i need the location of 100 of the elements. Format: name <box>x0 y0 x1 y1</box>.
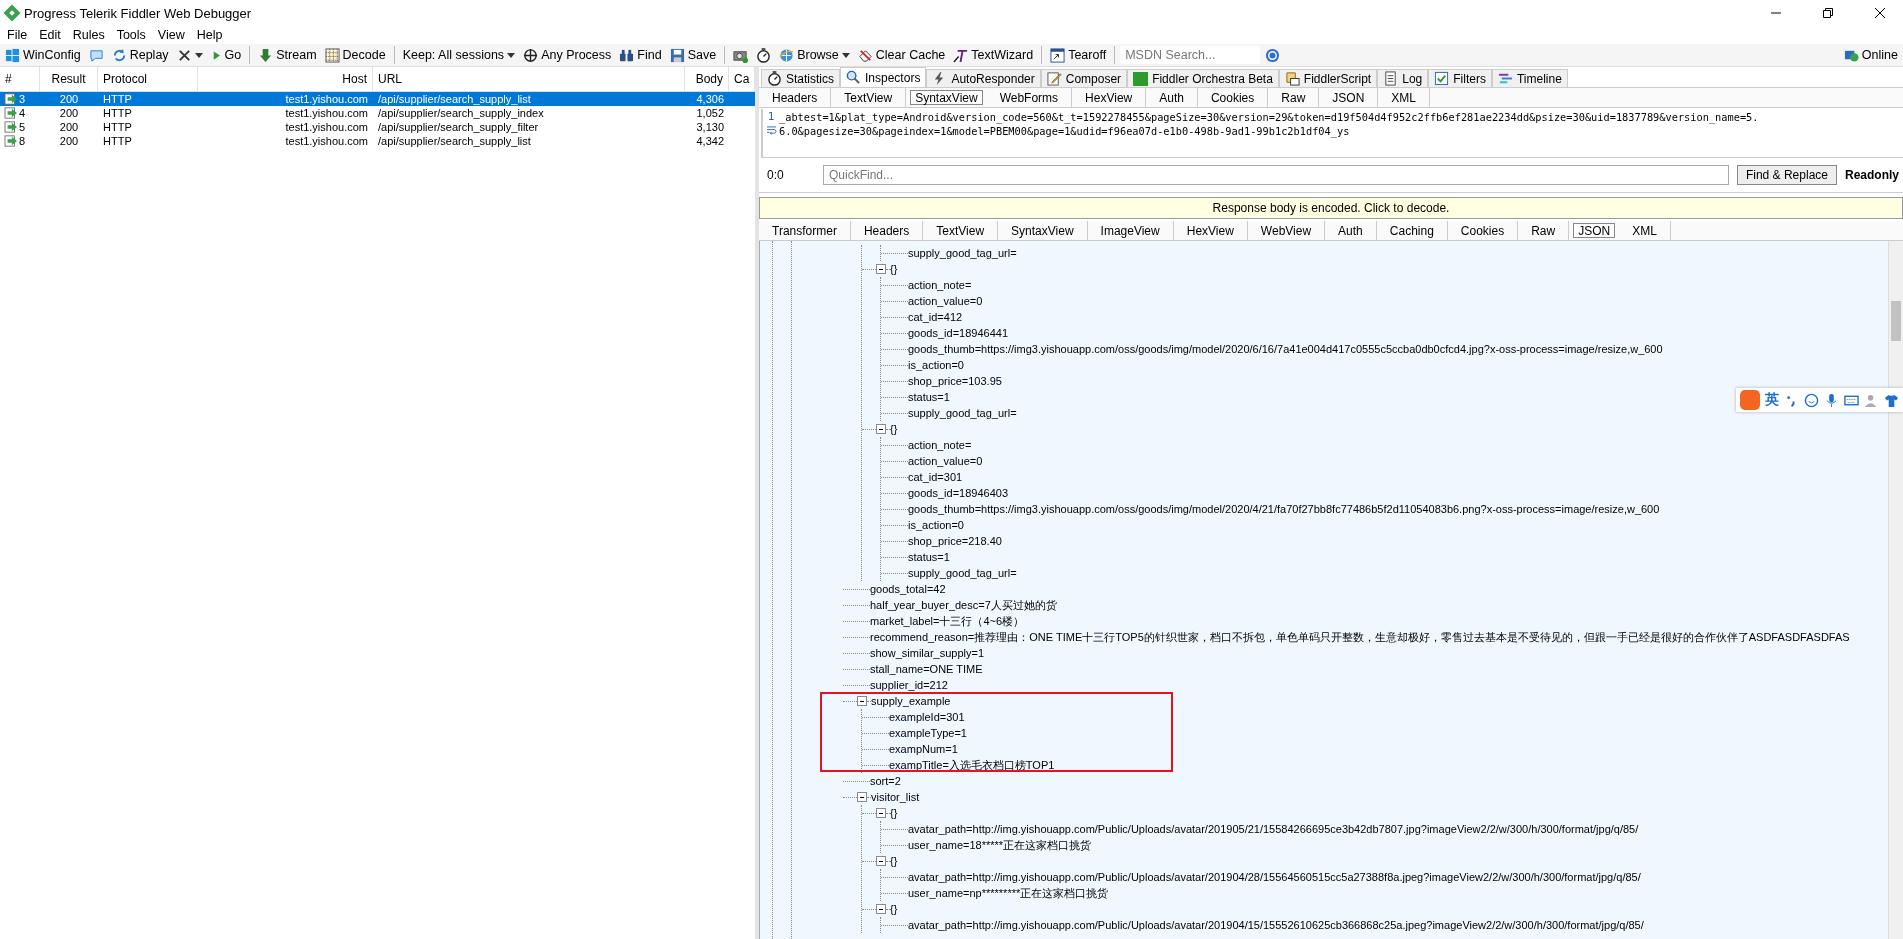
microphone-icon[interactable] <box>1824 392 1839 408</box>
tab[interactable]: TextView <box>923 221 999 240</box>
tree-node-label[interactable]: user_name=np*********正在这家档口挑货 <box>908 885 1109 901</box>
tab[interactable]: HexView <box>1072 88 1147 107</box>
tab[interactable]: Timeline <box>1491 69 1568 87</box>
tree-node-label[interactable]: exampleType=1 <box>889 727 967 739</box>
tree-node-label[interactable]: action_value=0 <box>908 295 983 307</box>
session-row[interactable]: 4 200 HTTP test1.yishou.com /api/supplier/search_supply_index 1,052 <box>0 106 755 120</box>
toolbar-button[interactable]: Save <box>666 45 720 65</box>
collapse-toggle[interactable] <box>857 696 867 706</box>
session-row[interactable]: 3 200 HTTP test1.yishou.com /api/supplier/search_supply_list 4,306 <box>0 92 755 106</box>
tree-node-label[interactable]: recommend_reason=推荐理由：ONE TIME十三行TOP5的针织世家，档口不拆包，单色单码只开整数，生意却极好，零售过去基本是不受待见的，但跟一手已经是很好的合作伙伴了ASDFASDFASDFAS <box>870 629 1850 645</box>
tab[interactable]: Statistics <box>761 69 840 87</box>
scrollbar-thumb[interactable] <box>1891 301 1901 341</box>
tree-node-label[interactable]: {} <box>890 263 898 275</box>
tree-node-label[interactable]: goods_thumb=https://img3.yishouapp.com/oss/goods/img/model/2020/6/16/7a41e004d417c0555c5ccba0db0cfcd4.jpg?x-oss-process=image/resize,w_600 <box>908 343 1663 355</box>
tree-node-label[interactable]: avatar_path=http://img.yishouapp.com/Public/Uploads/avatar/201904/28/15564560515cc5a27388f8a.jpeg?imageView2/2/w/300/h/300/format/jpg/q/85/ <box>908 871 1641 883</box>
menu-item[interactable]: File <box>2 28 33 42</box>
toolbar-button[interactable]: Find <box>616 45 665 65</box>
scrollbar[interactable] <box>1888 241 1903 939</box>
ime-language-toggle[interactable]: 英 <box>1765 391 1779 409</box>
tree-node-label[interactable]: {} <box>890 903 898 915</box>
online-button[interactable]: Online <box>1840 45 1901 65</box>
tree-node-label[interactable]: {} <box>890 423 898 435</box>
tab[interactable]: SyntaxView <box>910 90 983 105</box>
toolbar-button[interactable]: Clear Cache <box>854 45 949 65</box>
tree-node-label[interactable]: avatar_path=http://img.yishouapp.com/Public/Uploads/avatar/201904/15/15552610625cb366868c25a.jpeg?imageView2/2/w/300/h/300/format/jpg/q/85/ <box>908 919 1644 931</box>
tree-node-label[interactable]: supply_good_tag_url= <box>908 247 1017 259</box>
toolbar-button[interactable]: TextWizard <box>950 45 1037 65</box>
column-header[interactable]: URL <box>373 67 685 91</box>
tab[interactable]: ImageView <box>1087 221 1174 240</box>
toolbar-button[interactable]: Go <box>207 45 245 65</box>
tab[interactable]: Fiddler Orchestra Beta <box>1127 69 1279 87</box>
tree-node-label[interactable]: stall_name=ONE TIME <box>870 663 983 675</box>
tab[interactable]: Headers <box>759 88 832 107</box>
toolbar-button[interactable]: Stream <box>255 45 320 65</box>
tree-node-label[interactable]: {} <box>890 807 898 819</box>
tree-node-label[interactable]: status=1 <box>908 391 950 403</box>
tab[interactable]: Transformer <box>759 221 851 240</box>
tab[interactable]: SyntaxView <box>998 221 1088 240</box>
session-row[interactable]: 8 200 HTTP test1.yishou.com /api/supplier/search_supply_list 4,342 <box>0 134 755 148</box>
tree-node-label[interactable]: cat_id=301 <box>908 471 963 483</box>
collapse-toggle[interactable] <box>876 264 886 274</box>
tab[interactable]: WebView <box>1247 221 1326 240</box>
tree-node-label[interactable]: goods_thumb=https://img3.yishouapp.com/oss/goods/img/model/2020/4/21/fa70f27bb8fc77486b5f2d11054083b6.png?x-oss-process=image/resize,w_600 <box>908 503 1660 515</box>
tab[interactable]: AutoResponder <box>926 69 1041 87</box>
shirt-icon[interactable] <box>1884 392 1899 408</box>
decode-notice-bar[interactable]: Response body is encoded. Click to decode. <box>759 197 1903 219</box>
request-body-editor[interactable] <box>761 109 1903 158</box>
smiley-icon[interactable] <box>1804 392 1819 408</box>
tree-node-label[interactable]: {} <box>890 855 898 867</box>
collapse-toggle[interactable] <box>876 424 886 434</box>
tab[interactable]: XML <box>1619 221 1671 240</box>
collapse-toggle[interactable] <box>857 792 867 802</box>
tab[interactable]: Inspectors <box>840 67 927 87</box>
toolbar-button[interactable]: WinConfig <box>2 45 84 65</box>
tree-node-label[interactable]: cat_id=412 <box>908 311 963 323</box>
tree-node-label[interactable]: show_similar_supply=1 <box>870 647 985 659</box>
tab[interactable]: Raw <box>1268 88 1320 107</box>
toolbar-button[interactable]: Replay <box>108 45 172 65</box>
column-header[interactable]: Body <box>685 67 729 91</box>
column-header[interactable]: Result <box>40 67 98 91</box>
tree-node-label[interactable]: supplier_id=212 <box>870 679 948 691</box>
tree-node-label[interactable]: exampleId=301 <box>889 711 965 723</box>
menu-item[interactable]: Rules <box>67 28 110 42</box>
tree-node-label[interactable]: sort=2 <box>870 775 901 787</box>
toolbar-button[interactable]: Tearoff <box>1047 45 1110 65</box>
column-header[interactable]: Host <box>198 67 373 91</box>
tab[interactable]: FiddlerScript <box>1278 69 1378 87</box>
tree-node-label[interactable]: is_action=0 <box>908 359 964 371</box>
tab[interactable]: Headers <box>850 221 924 240</box>
collapse-toggle[interactable] <box>876 856 886 866</box>
tree-node-label[interactable]: user_name=18*****正在这家档口挑货 <box>908 837 1092 853</box>
tree-node-label[interactable]: market_label=十三行（4~6楼） <box>870 613 1025 629</box>
tree-node-label[interactable]: action_note= <box>908 279 972 291</box>
tab[interactable]: Cookies <box>1447 221 1519 240</box>
menu-item[interactable]: Edit <box>34 28 66 42</box>
tree-node-label[interactable]: supply_example <box>871 695 951 707</box>
tab[interactable]: Auth <box>1325 221 1377 240</box>
toolbar-button[interactable]: Decode <box>321 45 389 65</box>
find-replace-button[interactable]: Find & Replace <box>1736 165 1837 185</box>
collapse-toggle[interactable] <box>876 808 886 818</box>
tree-node-label[interactable]: visitor_list <box>871 791 920 803</box>
search-field[interactable]: MSDN Search... <box>1120 46 1261 64</box>
tab[interactable]: Auth <box>1146 88 1198 107</box>
tab[interactable]: Filters <box>1428 69 1492 87</box>
tree-node-label[interactable]: exampTitle=入选毛衣档口榜TOP1 <box>889 757 1055 773</box>
menu-item[interactable]: Help <box>191 28 228 42</box>
quickfind-field[interactable]: QuickFind... <box>823 165 1729 185</box>
menu-item[interactable]: View <box>152 28 190 42</box>
tree-node-label[interactable]: exampNum=1 <box>889 743 958 755</box>
tab[interactable]: WebForms <box>986 88 1073 107</box>
tab[interactable]: Raw <box>1518 221 1570 240</box>
session-row[interactable]: 5 200 HTTP test1.yishou.com /api/supplier/search_supply_filter 3,130 <box>0 120 755 134</box>
tab[interactable]: Cookies <box>1197 88 1269 107</box>
tree-node-label[interactable]: goods_id=18946403 <box>908 487 1008 499</box>
collapse-toggle[interactable] <box>876 904 886 914</box>
toolbar-button[interactable]: Browse <box>776 45 853 65</box>
tree-node-label[interactable]: shop_price=103.95 <box>908 375 1002 387</box>
tree-node-label[interactable]: goods_id=18946441 <box>908 327 1008 339</box>
